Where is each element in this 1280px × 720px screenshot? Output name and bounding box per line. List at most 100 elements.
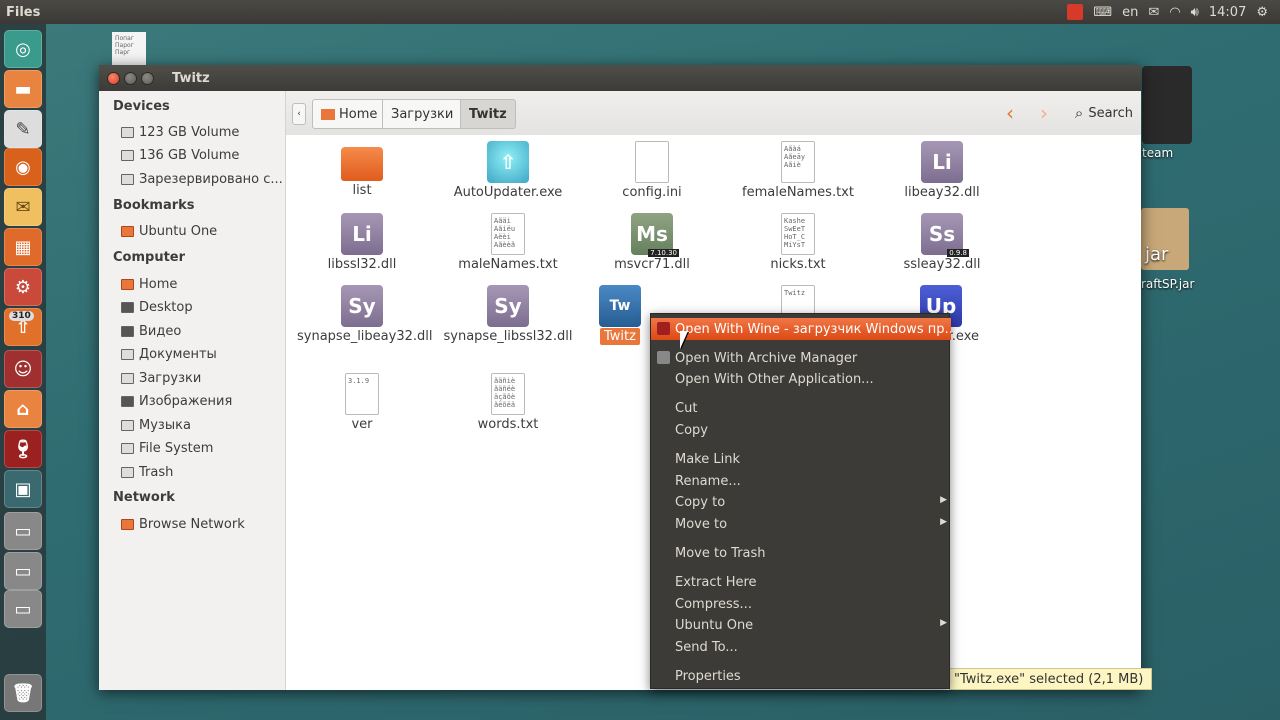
menu-open-with-other-application[interactable]: Open With Other Application... [651, 368, 951, 390]
file-item-twitz[interactable]: Tw Twitz [587, 285, 653, 345]
text-editor-icon[interactable]: ✎ [4, 110, 42, 148]
file-item-malenames[interactable]: Aãäi Aãiëu Aëèi Aãèèã maleNames.txt [443, 213, 573, 272]
drive-icon [121, 150, 134, 161]
power-gear-icon[interactable]: ⚙ [1256, 5, 1268, 20]
keyboard-icon[interactable]: ⌨ [1093, 5, 1112, 20]
jar-file-icon[interactable]: jar [1141, 208, 1189, 270]
mouse-cursor-icon [680, 331, 688, 349]
menu-make-link[interactable]: Make Link [651, 448, 951, 470]
system-settings-icon[interactable]: ⚙ [4, 268, 42, 306]
updates-badge: 310 [9, 311, 34, 321]
software-center-icon[interactable]: ▦ [4, 228, 42, 266]
back-arrow-icon[interactable]: ‹ [1006, 101, 1014, 125]
menu-extract-here[interactable]: Extract Here [651, 571, 951, 593]
volume-icon[interactable]: 🔊︎ [1191, 5, 1199, 20]
breadcrumb-downloads[interactable]: Загрузки [382, 99, 463, 129]
file-manager-window: Twitz Devices 123 GB Volume 136 GB Volum… [99, 65, 1141, 690]
menu-move-to[interactable]: Move to ▶ [651, 513, 951, 535]
menu-open-with-archive-manager[interactable]: Open With Archive Manager [651, 347, 951, 369]
desktop-document-icon[interactable]: Попаг Парог Парг [112, 32, 146, 66]
ubuntu-dash-icon[interactable]: ◎ [4, 30, 42, 68]
window-titlebar[interactable]: Twitz [99, 65, 1141, 91]
files-icon[interactable]: ⌂ [4, 390, 42, 428]
pictures-folder-icon [121, 396, 134, 407]
file-item-msvcr71[interactable]: Ms 7.10.30 msvcr71.dll [587, 213, 717, 272]
steam-icon[interactable] [1142, 66, 1192, 144]
sidebar-item-pictures[interactable]: Изображения [121, 394, 232, 409]
sidebar-item-123gb-volume[interactable]: 123 GB Volume [121, 125, 239, 140]
menu-open-with-wine[interactable]: Open With Wine - загрузчик Windows пр… [651, 318, 951, 340]
menu-copy[interactable]: Copy [651, 419, 951, 441]
home-folder-icon[interactable]: ▬ [4, 70, 42, 108]
breadcrumb-twitz[interactable]: Twitz [460, 99, 516, 129]
drive-3-icon[interactable]: ▭ [4, 590, 42, 628]
menu-rename[interactable]: Rename... [651, 470, 951, 492]
file-item-libssl32[interactable]: Li libssl32.dll [297, 213, 427, 272]
menu-copy-to[interactable]: Copy to ▶ [651, 491, 951, 513]
file-item-words[interactable]: ãäñiè ãäñëè äçãõè ãëõëä words.txt [443, 373, 573, 432]
firefox-icon[interactable]: ◉ [4, 148, 42, 186]
sidebar-item-reserved-volume[interactable]: Зарезервировано с... [121, 172, 283, 187]
text-file-icon: 3.1.9 [345, 373, 379, 415]
places-sidebar: Devices 123 GB Volume 136 GB Volume Заре… [99, 91, 286, 690]
file-system-icon [121, 443, 134, 454]
search-button[interactable]: ⌕ Search [1075, 104, 1133, 122]
file-item-synapse-libssl32[interactable]: Sy synapse_libssl32.dll [443, 285, 573, 344]
sidebar-header-devices: Devices [113, 99, 170, 114]
sidebar-item-desktop[interactable]: Desktop [121, 300, 193, 315]
file-item-synapse-libeay32[interactable]: Sy synapse_libeay32.dll [297, 285, 432, 344]
file-item-ver[interactable]: 3.1.9 ver [297, 373, 427, 432]
file-item-list[interactable]: list [297, 141, 427, 198]
sidebar-item-trash[interactable]: Trash [121, 465, 173, 480]
menu-compress[interactable]: Compress... [651, 593, 951, 615]
terminal-icon[interactable]: ▣ [4, 470, 42, 508]
breadcrumb-home[interactable]: Home [312, 99, 387, 129]
file-item-libeay32[interactable]: Li libeay32.dll [877, 141, 1007, 200]
drive-2-icon[interactable]: ▭ [4, 552, 42, 590]
breadcrumb-scroll-left[interactable]: ‹ [292, 103, 306, 125]
file-item-femalenames[interactable]: Aãàá Aãeāy Aãiè femaleNames.txt [733, 141, 863, 200]
keyboard-layout[interactable]: en [1122, 5, 1138, 20]
chat-icon[interactable]: ☺ [4, 350, 42, 388]
sidebar-header-bookmarks: Bookmarks [113, 198, 195, 213]
library-icon: Sy [487, 285, 529, 327]
sidebar-item-music[interactable]: Музыка [121, 418, 191, 433]
wine-icon[interactable]: 🍷︎ [4, 430, 42, 468]
file-item-ssleay32[interactable]: Ss 0.9.8 ssleay32.dll [877, 213, 1007, 272]
file-item-nicks[interactable]: Kashe SwEeT HoT_C MiYsT nicks.txt [733, 213, 863, 272]
window-title: Twitz [172, 70, 210, 86]
mail-indicator-icon[interactable]: ✉ [1148, 5, 1159, 20]
music-folder-icon [121, 420, 134, 431]
minimize-icon[interactable] [124, 71, 137, 85]
menu-properties[interactable]: Properties [651, 665, 951, 687]
drive-1-icon[interactable]: ▭ [4, 512, 42, 550]
file-item-autoupdater[interactable]: ⇧ AutoUpdater.exe [443, 141, 573, 200]
library-icon: Li [341, 213, 383, 255]
clock[interactable]: 14:07 [1209, 5, 1246, 20]
maximize-icon[interactable] [141, 71, 154, 85]
sidebar-item-video[interactable]: Видео [121, 324, 181, 339]
sidebar-item-ubuntu-one[interactable]: Ubuntu One [121, 224, 217, 239]
library-icon: Ss 0.9.8 [921, 213, 969, 257]
sidebar-item-136gb-volume[interactable]: 136 GB Volume [121, 148, 239, 163]
updater-icon: ⇧ [487, 141, 529, 183]
menu-move-to-trash[interactable]: Move to Trash [651, 542, 951, 564]
menu-send-to[interactable]: Send To... [651, 636, 951, 658]
file-item-config[interactable]: config.ini [587, 141, 717, 200]
menu-cut[interactable]: Cut [651, 397, 951, 419]
mail-icon[interactable]: ✉ [4, 188, 42, 226]
updates-icon[interactable]: 310 ⇧ [4, 308, 42, 346]
library-icon: Sy [341, 285, 383, 327]
menu-ubuntu-one[interactable]: Ubuntu One ▶ [651, 614, 951, 636]
trash-icon[interactable]: 🗑︎ [4, 674, 42, 712]
sidebar-item-downloads[interactable]: Загрузки [121, 371, 201, 386]
sidebar-item-documents[interactable]: Документы [121, 347, 217, 362]
sidebar-item-browse-network[interactable]: Browse Network [121, 517, 245, 532]
forward-arrow-icon[interactable]: › [1040, 101, 1048, 125]
sidebar-item-file-system[interactable]: File System [121, 441, 213, 456]
notification-indicator-icon[interactable] [1067, 4, 1084, 20]
text-file-icon: ãäñiè ãäñëè äçãõè ãëõëä [491, 373, 525, 415]
close-icon[interactable] [107, 71, 120, 85]
network-wifi-icon[interactable]: ◠ [1169, 5, 1180, 20]
sidebar-item-home[interactable]: Home [121, 277, 177, 292]
